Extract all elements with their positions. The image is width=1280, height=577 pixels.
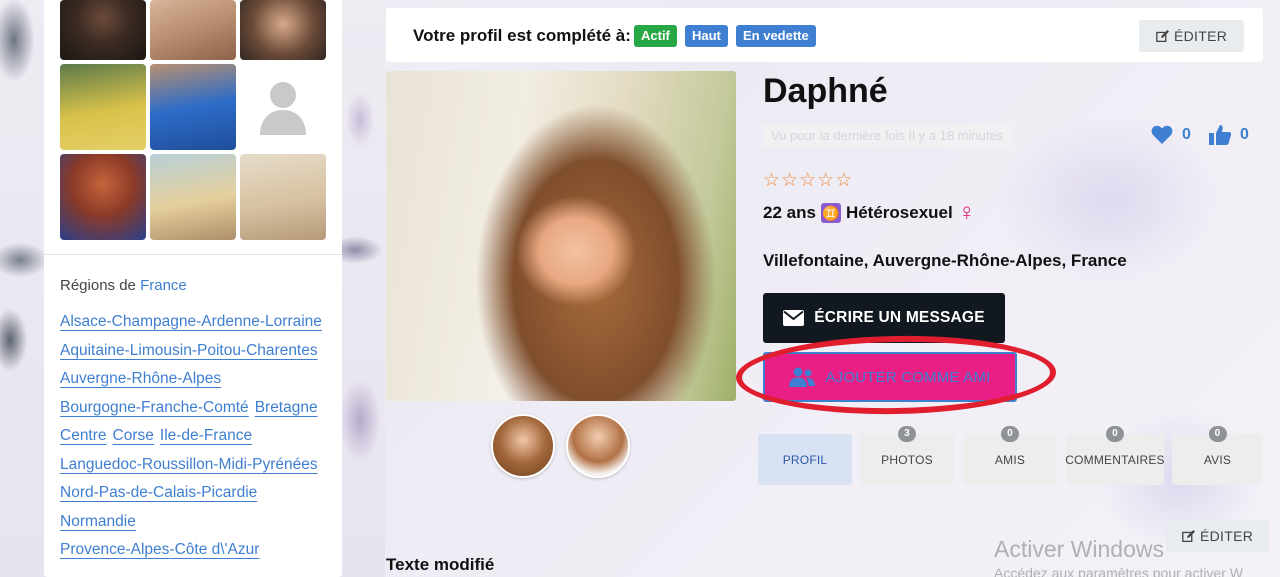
country-link[interactable]: France: [140, 277, 187, 294]
windows-activation-subtext: Accédez aux paramètres pour activer W: [994, 565, 1243, 577]
region-link[interactable]: Ile-de-France: [160, 422, 252, 451]
region-link[interactable]: Bourgogne-Franche-Comté: [60, 394, 249, 423]
tab-label: COMMENTAIRES: [1065, 452, 1165, 467]
status-badge-featured: En vedette: [736, 25, 816, 47]
regions-heading: Régions de France: [60, 277, 187, 294]
star-icon[interactable]: ☆: [835, 171, 852, 191]
heart-icon: [1151, 125, 1173, 144]
profile-completion-bar: Votre profil est complété à: Actif Haut …: [386, 8, 1263, 62]
tab-amis[interactable]: 0 AMIS: [963, 426, 1057, 485]
tab-count-badge: 0: [1001, 426, 1019, 442]
region-link[interactable]: Provence-Alpes-Côte d\'Azur: [60, 536, 259, 565]
member-photo[interactable]: [60, 154, 146, 240]
thumbs-up-stat[interactable]: 0: [1208, 123, 1249, 147]
member-photo[interactable]: [150, 154, 236, 240]
region-link[interactable]: Bretagne: [255, 394, 318, 423]
region-link[interactable]: Centre: [60, 422, 107, 451]
star-icon[interactable]: ☆: [817, 171, 834, 191]
member-photo[interactable]: [60, 64, 146, 150]
regions-list: Alsace-Champagne-Ardenne-Lorraine Aquita…: [60, 308, 330, 565]
tab-photos[interactable]: 3 PHOTOS: [860, 426, 954, 485]
edit-label: ÉDITER: [1174, 28, 1228, 44]
edit-icon: [1182, 529, 1195, 542]
star-icon[interactable]: ☆: [781, 171, 798, 191]
edit-profile-button[interactable]: ÉDITER: [1139, 20, 1245, 52]
tab-label: PHOTOS: [881, 452, 933, 467]
age: 22 ans: [763, 203, 816, 222]
member-photo-grid: [60, 0, 326, 240]
tab-profil[interactable]: PROFIL: [758, 434, 852, 485]
thumbs-count: 0: [1240, 126, 1249, 143]
region-link[interactable]: Languedoc-Roussillon-Midi-Pyrénées: [60, 451, 318, 480]
member-photo-placeholder[interactable]: [240, 64, 326, 150]
orientation: Hétérosexuel: [845, 203, 953, 222]
star-icon[interactable]: ☆: [799, 171, 816, 191]
tab-count-badge: 0: [1208, 426, 1227, 442]
member-photo[interactable]: [240, 154, 326, 240]
last-seen-badge: Vu pour la dernière fois Il y a 18 minut…: [763, 125, 1012, 147]
region-link[interactable]: Nord-Pas-de-Calais-Picardie: [60, 479, 257, 508]
section-title: Texte modifié: [386, 555, 495, 574]
star-icon[interactable]: ☆: [763, 171, 780, 191]
write-message-label: ÉCRIRE UN MESSAGE: [814, 309, 985, 326]
main-profile-photo[interactable]: [386, 71, 736, 401]
photo-thumbnail[interactable]: [566, 414, 630, 478]
member-photo[interactable]: [240, 0, 326, 60]
member-photo[interactable]: [150, 0, 236, 60]
tab-label: AMIS: [994, 452, 1026, 467]
user-silhouette-icon: [260, 82, 306, 135]
tab-avis[interactable]: 0 AVIS: [1172, 426, 1263, 485]
tab-count-badge: 0: [1106, 426, 1124, 442]
status-badge-active: Actif: [634, 25, 677, 47]
sidebar: Régions de France Alsace-Champagne-Arden…: [44, 0, 342, 577]
tab-label: PROFIL: [782, 452, 828, 467]
completion-label: Votre profil est complété à:: [413, 26, 631, 45]
background-glow: [860, 0, 1280, 577]
profile-name: Daphné: [763, 72, 888, 110]
region-link[interactable]: Alsace-Champagne-Ardenne-Lorraine: [60, 308, 322, 337]
windows-activation-watermark: Activer Windows: [994, 536, 1164, 562]
region-link[interactable]: Aquitaine-Limousin-Poitou-Charentes: [60, 337, 318, 366]
tab-count-badge: 3: [898, 426, 916, 442]
gemini-zodiac-icon: ♊: [820, 203, 841, 223]
likes-stat[interactable]: 0: [1150, 123, 1191, 147]
member-photo[interactable]: [60, 0, 146, 60]
likes-count: 0: [1182, 126, 1191, 143]
member-photo[interactable]: [150, 64, 236, 150]
status-badge-top: Haut: [685, 25, 728, 47]
edit-label: ÉDITER: [1200, 528, 1254, 544]
edit-icon: [1156, 29, 1169, 42]
divider: [44, 254, 342, 255]
photo-thumbnail[interactable]: [491, 414, 555, 478]
region-link[interactable]: Auvergne-Rhône-Alpes: [60, 365, 221, 394]
profile-location: Villefontaine, Auvergne-Rhône-Alpes, Fra…: [763, 251, 1127, 270]
age-orientation-line: 22 ans ♊ Hétérosexuel ♀: [763, 199, 976, 226]
tab-commentaires[interactable]: 0 COMMENTAIRES: [1065, 426, 1165, 485]
female-gender-icon: ♀: [957, 199, 976, 226]
region-link[interactable]: Normandie: [60, 508, 136, 537]
edit-text-button[interactable]: ÉDITER: [1166, 520, 1270, 552]
envelope-icon: [783, 310, 805, 326]
thumbs-up-icon: [1209, 125, 1232, 145]
star-rating[interactable]: ☆ ☆ ☆ ☆ ☆: [763, 171, 852, 191]
regions-title-text: Régions de: [60, 277, 136, 294]
region-link[interactable]: Corse: [113, 422, 154, 451]
tab-label: AVIS: [1203, 452, 1232, 467]
